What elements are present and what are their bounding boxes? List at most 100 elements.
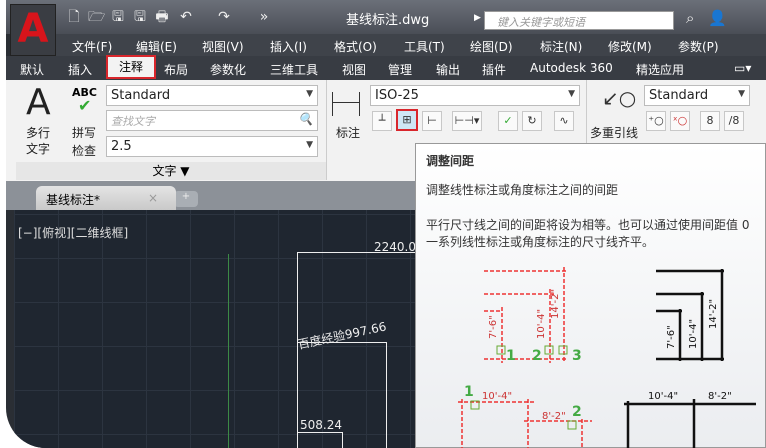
search-arrow-icon[interactable]: ▶ xyxy=(474,13,481,23)
leader-style-value: Standard xyxy=(649,88,709,103)
close-icon[interactable]: × xyxy=(148,191,158,205)
text-panel-title[interactable]: 文字 ▼ xyxy=(16,162,326,180)
fig-dim: 7'-6" xyxy=(666,325,677,349)
open-icon[interactable]: 🗁 xyxy=(88,9,105,25)
tab-autodesk360[interactable]: Autodesk 360 xyxy=(530,61,613,75)
fig-dim: 10'-4" xyxy=(688,319,699,349)
user-icon[interactable]: 👤 xyxy=(708,9,727,27)
fig-number: 1 xyxy=(464,384,474,400)
menu-file[interactable]: 文件(F) xyxy=(72,38,112,55)
undo-icon[interactable]: ↶ xyxy=(178,9,194,25)
fig-number: 1 xyxy=(506,348,516,364)
tab-view[interactable]: 视图 xyxy=(342,61,366,78)
viewport-controls[interactable]: [−][俯视][二维线框] xyxy=(18,224,128,241)
chevron-down-icon: ▼ xyxy=(568,89,575,99)
menu-format[interactable]: 格式(O) xyxy=(334,38,377,55)
menu-modify[interactable]: 修改(M) xyxy=(608,38,652,55)
text-style-select[interactable]: Standard ▼ xyxy=(106,85,318,106)
tab-featured-apps[interactable]: 精选应用 xyxy=(636,61,684,78)
spell-check-label[interactable]: 拼写 xyxy=(72,124,96,141)
collect-leader-icon[interactable]: /8 xyxy=(724,111,744,131)
multileader-label[interactable]: 多重引线 xyxy=(590,124,638,141)
fig-dim: 10'-4" xyxy=(648,391,678,402)
multileader-icon[interactable]: ↙○ xyxy=(602,86,636,110)
fig-dim: 14'-2" xyxy=(708,299,719,329)
app-menu-button[interactable]: A xyxy=(10,4,56,56)
inspect-icon[interactable]: ✓ xyxy=(498,111,518,131)
new-icon[interactable]: 🗋 xyxy=(66,9,82,25)
dimension-icon[interactable] xyxy=(332,92,360,116)
tab-manage[interactable]: 管理 xyxy=(388,61,412,78)
text-height-value: 2.5 xyxy=(111,139,132,154)
text-style-value: Standard xyxy=(111,88,171,103)
tooltip-illustration: 7'-6" 10'-4" 14'-2" 10'-4" 8'-2" 7'-6" 1… xyxy=(458,267,756,448)
dimension-text: 508.24 xyxy=(300,418,342,432)
fig-dim: 14'-2" xyxy=(550,289,561,319)
remove-leader-icon[interactable]: ˣ○ xyxy=(670,111,690,131)
tooltip: 调整间距 调整线性标注或角度标注之间的间距 平行尺寸线之间的间距将设为相等。也可… xyxy=(415,143,766,448)
print-icon[interactable]: 🖶 xyxy=(154,9,170,25)
title-bar: 🗋 🗁 🖫 🖫 🖶 ↶ ↷ » 基线标注.dwg ▶ 键入关键字或短语 ⌕ 👤 xyxy=(6,0,766,34)
tab-layout[interactable]: 布局 xyxy=(164,61,188,78)
continue-icon[interactable]: ⊢⊣▾ xyxy=(452,111,482,131)
tooltip-desc: 一系列线性标注或角度标注的尺寸线齐平。 xyxy=(426,235,655,249)
find-text-input[interactable]: 查找文字 🔍 xyxy=(106,110,318,131)
tooltip-subtitle: 调整线性标注或角度标注之间的间距 xyxy=(426,183,619,197)
menu-insert[interactable]: 插入(I) xyxy=(270,38,307,55)
document-tab[interactable]: 基线标注* × xyxy=(36,186,176,210)
chevron-down-icon: ▼ xyxy=(306,89,313,99)
leader-style-select[interactable]: Standard ▼ xyxy=(644,85,750,106)
search-input[interactable]: 键入关键字或短语 xyxy=(484,11,674,30)
fig-number: 2 xyxy=(572,404,582,420)
redo-icon[interactable]: ↷ xyxy=(216,9,232,25)
save-icon[interactable]: 🖫 xyxy=(110,9,126,25)
fig-number: 2 xyxy=(532,348,542,364)
fig-dim: 7'-6" xyxy=(488,315,499,339)
dim-break-icon[interactable]: ⊢ xyxy=(422,111,442,131)
fig-dim: 8'-2" xyxy=(708,391,732,402)
add-leader-icon[interactable]: ⁺○ xyxy=(646,111,666,131)
checkmark-icon: ✔ xyxy=(78,96,92,115)
more-icon[interactable]: » xyxy=(256,9,272,25)
adjust-space-button[interactable]: ⊞ xyxy=(396,109,418,131)
dimension-label[interactable]: 标注 xyxy=(336,124,360,141)
tab-parametric[interactable]: 参数化 xyxy=(210,61,246,78)
fig-dim: 10'-4" xyxy=(482,391,512,402)
align-leader-icon[interactable]: 8 xyxy=(700,111,720,131)
dim-style-value: ISO-25 xyxy=(375,88,419,103)
multiline-text-icon[interactable]: A xyxy=(26,82,51,123)
menu-view[interactable]: 视图(V) xyxy=(202,38,244,55)
tab-options-icon[interactable]: ▭▾ xyxy=(734,61,751,75)
jog-icon[interactable]: ∿ xyxy=(554,111,574,131)
update-icon[interactable]: ↻ xyxy=(522,111,542,131)
tab-output[interactable]: 输出 xyxy=(436,61,460,78)
text-height-select[interactable]: 2.5 ▼ xyxy=(106,136,318,157)
menu-bar: 文件(F) 编辑(E) 视图(V) 插入(I) 格式(O) 工具(T) 绘图(D… xyxy=(56,34,766,56)
menu-draw[interactable]: 绘图(D) xyxy=(470,38,513,55)
menu-dimension[interactable]: 标注(N) xyxy=(540,38,582,55)
break-icon[interactable]: ┴ xyxy=(372,111,392,131)
drawing-outline xyxy=(297,432,343,448)
tab-plugins[interactable]: 插件 xyxy=(482,61,506,78)
tab-insert[interactable]: 插入 xyxy=(68,61,92,78)
new-tab-icon[interactable]: + xyxy=(174,191,198,207)
tab-3d-tools[interactable]: 三维工具 xyxy=(270,61,318,78)
window-title: 基线标注.dwg xyxy=(346,13,430,28)
divider xyxy=(326,80,327,180)
find-text-placeholder: 查找文字 xyxy=(111,115,155,128)
menu-edit[interactable]: 编辑(E) xyxy=(136,38,177,55)
tab-annotate[interactable]: 注释 xyxy=(106,55,156,79)
menu-tools[interactable]: 工具(T) xyxy=(404,38,445,55)
multiline-text-label2[interactable]: 文字 xyxy=(26,140,50,157)
document-tab-label: 基线标注* xyxy=(46,193,101,207)
tab-default[interactable]: 默认 xyxy=(20,61,44,78)
dim-style-select[interactable]: ISO-25 ▼ xyxy=(370,85,580,106)
spell-check-label2[interactable]: 检查 xyxy=(72,142,96,159)
menu-parameter[interactable]: 参数(P) xyxy=(678,38,719,55)
binoculars-icon[interactable]: ⌕ xyxy=(686,9,694,27)
y-axis-line xyxy=(228,254,229,448)
saveas-icon[interactable]: 🖫 xyxy=(132,9,148,25)
multiline-text-label[interactable]: 多行 xyxy=(26,124,50,141)
chevron-down-icon: ▼ xyxy=(738,89,745,99)
find-icon[interactable]: 🔍 xyxy=(298,112,313,126)
